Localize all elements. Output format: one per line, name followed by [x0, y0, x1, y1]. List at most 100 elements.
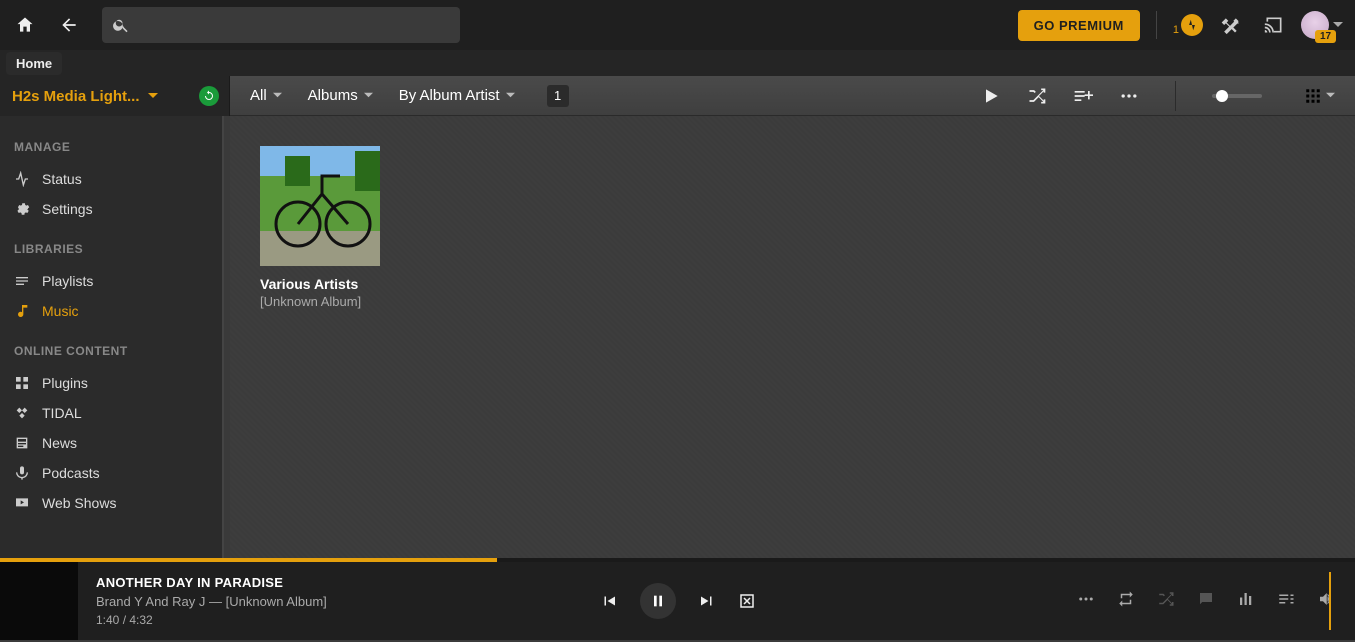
album-art-image: [260, 146, 380, 266]
chevron-down-icon: [273, 91, 282, 100]
activity-icon: [1181, 14, 1203, 36]
filter-type[interactable]: Albums: [308, 87, 373, 104]
webshows-icon: [14, 495, 30, 511]
sidebar-item-webshows[interactable]: Web Shows: [0, 488, 222, 518]
accent-bar: [1329, 572, 1331, 630]
repeat-icon: [1117, 590, 1135, 608]
pause-icon: [650, 593, 666, 609]
sidebar-item-label: Music: [42, 303, 79, 319]
search-box[interactable]: [102, 7, 460, 43]
activity-indicator[interactable]: 1: [1173, 14, 1203, 36]
music-icon: [14, 303, 30, 319]
zoom-knob[interactable]: [1216, 90, 1228, 102]
view-mode-button[interactable]: [1304, 87, 1335, 105]
podcast-icon: [14, 465, 30, 481]
sidebar-item-tidal[interactable]: TIDAL: [0, 398, 222, 428]
filter-all-label: All: [250, 87, 267, 104]
cast-icon: [1264, 15, 1284, 35]
sidebar-header-libraries: LIBRARIES: [0, 236, 222, 266]
grid-icon: [1304, 87, 1322, 105]
breadcrumb-home[interactable]: Home: [6, 52, 62, 75]
shuffle-button[interactable]: [1157, 590, 1175, 613]
activity-icon: [14, 171, 30, 187]
track-artist: Brand Y And Ray J: [96, 594, 205, 609]
go-premium-button[interactable]: GO PREMIUM: [1018, 10, 1140, 41]
album-name: [Unknown Album]: [260, 294, 380, 309]
volume-button[interactable]: [1317, 590, 1335, 613]
top-bar: GO PREMIUM 1 17: [0, 0, 1355, 50]
more-icon: [1077, 590, 1095, 608]
player-controls: [600, 583, 756, 619]
avatar-badge: 17: [1315, 30, 1336, 43]
sidebar-item-status[interactable]: Status: [0, 164, 222, 194]
prev-track-button[interactable]: [600, 592, 618, 610]
more-button[interactable]: [1119, 86, 1139, 106]
filter-all[interactable]: All: [250, 87, 282, 104]
player-right-controls: [1077, 590, 1335, 613]
back-button[interactable]: [52, 8, 86, 42]
sidebar-item-playlists[interactable]: Playlists: [0, 266, 222, 296]
play-all-button[interactable]: [981, 86, 1001, 106]
track-info: ANOTHER DAY IN PARADISE Brand Y And Ray …: [96, 575, 327, 627]
sidebar-item-label: TIDAL: [42, 405, 82, 421]
player-more-button[interactable]: [1077, 590, 1095, 613]
zoom-slider[interactable]: [1212, 94, 1262, 98]
add-to-queue-button[interactable]: [1073, 86, 1093, 106]
album-artist: Various Artists: [260, 276, 380, 292]
track-elapsed: 1:40: [96, 613, 119, 627]
tidal-icon: [14, 405, 30, 421]
equalizer-button[interactable]: [1237, 590, 1255, 613]
sidebar-header-manage: MANAGE: [0, 134, 222, 164]
chevron-down-icon: [506, 91, 515, 100]
home-button[interactable]: [8, 8, 42, 42]
album-card[interactable]: Various Artists [Unknown Album]: [260, 146, 380, 309]
wrench-icon: [1220, 15, 1240, 35]
equalizer-icon: [1237, 590, 1255, 608]
sidebar-item-music[interactable]: Music: [0, 296, 222, 326]
shuffle-button[interactable]: [1027, 86, 1047, 106]
sidebar-item-label: Podcasts: [42, 465, 100, 481]
sidebar-item-label: Playlists: [42, 273, 93, 289]
account-menu[interactable]: 17: [1301, 11, 1343, 39]
repeat-button[interactable]: [1117, 590, 1135, 613]
item-count-badge: 1: [547, 85, 569, 107]
sidebar-item-label: News: [42, 435, 77, 451]
sidebar-item-plugins[interactable]: Plugins: [0, 368, 222, 398]
stop-button[interactable]: [738, 592, 756, 610]
divider: [1175, 81, 1176, 111]
time-separator: /: [119, 613, 129, 627]
home-icon: [15, 15, 35, 35]
divider: [1156, 11, 1157, 39]
breadcrumb-bar: Home: [0, 50, 1355, 76]
lyrics-button[interactable]: [1197, 590, 1215, 613]
sidebar-item-podcasts[interactable]: Podcasts: [0, 458, 222, 488]
tools-button[interactable]: [1213, 8, 1247, 42]
track-title[interactable]: ANOTHER DAY IN PARADISE: [96, 575, 327, 590]
chevron-down-icon: [1326, 91, 1335, 100]
content-grid: Various Artists [Unknown Album]: [230, 116, 1355, 558]
library-title: H2s Media Light...: [12, 88, 140, 105]
sidebar-item-label: Plugins: [42, 375, 88, 391]
queue-button[interactable]: [1277, 590, 1295, 613]
lyrics-icon: [1197, 590, 1215, 608]
sidebar-item-news[interactable]: News: [0, 428, 222, 458]
album-art[interactable]: [260, 146, 380, 266]
search-input[interactable]: [138, 17, 450, 33]
pause-button[interactable]: [640, 583, 676, 619]
main-area: MANAGE Status Settings LIBRARIES Playlis…: [0, 116, 1355, 558]
activity-count: 1: [1173, 24, 1179, 36]
sidebar-item-settings[interactable]: Settings: [0, 194, 222, 224]
track-subtitle[interactable]: Brand Y And Ray J — [Unknown Album]: [96, 594, 327, 609]
now-playing-art[interactable]: [0, 562, 78, 640]
library-selector[interactable]: H2s Media Light...: [0, 76, 230, 116]
sidebar-item-label: Settings: [42, 201, 93, 217]
cast-button[interactable]: [1257, 8, 1291, 42]
plugins-icon: [14, 375, 30, 391]
filter-sort[interactable]: By Album Artist: [399, 87, 515, 104]
sync-button[interactable]: [199, 86, 219, 106]
chevron-down-icon: [364, 91, 373, 100]
volume-icon: [1317, 590, 1335, 608]
track-album: [Unknown Album]: [226, 594, 327, 609]
next-track-button[interactable]: [698, 592, 716, 610]
shuffle-icon: [1157, 590, 1175, 608]
